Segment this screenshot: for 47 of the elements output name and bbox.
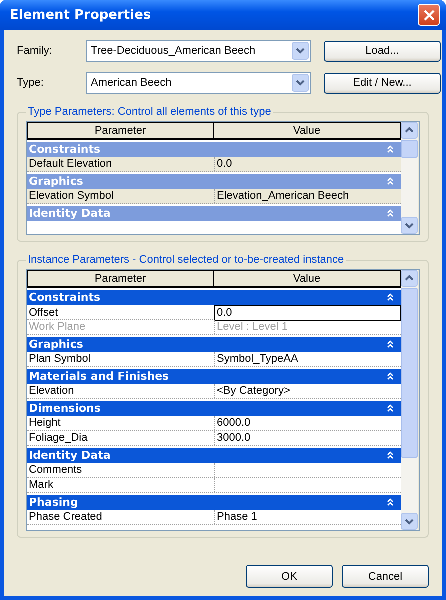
collapse-icon[interactable] [386, 403, 395, 414]
scroll-down-icon[interactable] [401, 217, 418, 234]
action-button[interactable]: Edit / New... [324, 72, 441, 94]
close-button[interactable] [418, 4, 440, 26]
table-cell-text: Offset [28, 306, 60, 321]
dialog-button[interactable]: OK [246, 565, 333, 588]
table-cell-text: Height [28, 416, 62, 430]
table-cell-text: Elevation [28, 384, 76, 398]
dialog-button[interactable]: Cancel [342, 565, 429, 588]
table-cell-text: Plan Symbol [28, 352, 92, 366]
field-label: Family: [17, 45, 54, 57]
scrollbar[interactable] [401, 122, 418, 234]
dropdown[interactable]: American Beech [86, 72, 311, 94]
collapse-icon[interactable] [386, 371, 395, 382]
scroll-up-icon[interactable] [401, 122, 418, 139]
table-cell-text: Default Elevation [28, 157, 114, 171]
column-header[interactable]: Value [214, 270, 401, 288]
scroll-thumb[interactable] [401, 140, 418, 158]
table-cell-text: Phase Created [28, 510, 104, 524]
table-cell-text: Work Plane [28, 320, 87, 334]
group-title: Type Parameters: Control all elements of this type [27, 106, 272, 118]
action-button[interactable]: Load... [324, 40, 441, 62]
collapse-icon[interactable] [386, 339, 395, 350]
group-header[interactable]: Dimensions [27, 401, 401, 416]
table-cell-text: Mark [28, 478, 54, 492]
group-header[interactable]: Identity Data [27, 448, 401, 463]
field-label: Type: [17, 77, 45, 89]
scroll-down-icon[interactable] [401, 513, 418, 530]
group-header[interactable]: Phasing [27, 495, 401, 510]
column-header[interactable]: Parameter [27, 270, 214, 288]
scrollbar[interactable] [401, 270, 418, 530]
table-cell-text: Foliage_Dia [28, 431, 89, 445]
dropdown[interactable]: Tree-Deciduous_American Beech [86, 40, 311, 62]
collapse-icon[interactable] [386, 497, 395, 508]
group-title: Instance Parameters - Control selected or to-be-created instance [27, 254, 346, 266]
group-header[interactable]: Graphics [27, 337, 401, 352]
collapse-icon[interactable] [386, 292, 395, 303]
scroll-thumb[interactable] [401, 288, 418, 458]
scroll-up-icon[interactable] [401, 270, 418, 287]
collapse-icon[interactable] [386, 450, 395, 461]
close-icon [424, 10, 434, 20]
group-header[interactable]: Constraints [27, 290, 401, 305]
group-header[interactable]: Materials and Finishes [27, 369, 401, 384]
table-cell-text: Comments [28, 463, 84, 477]
input-field[interactable]: 0.0 [214, 305, 401, 321]
table-cell-text: Elevation Symbol [28, 189, 115, 203]
window-title: Element Properties [10, 8, 152, 22]
